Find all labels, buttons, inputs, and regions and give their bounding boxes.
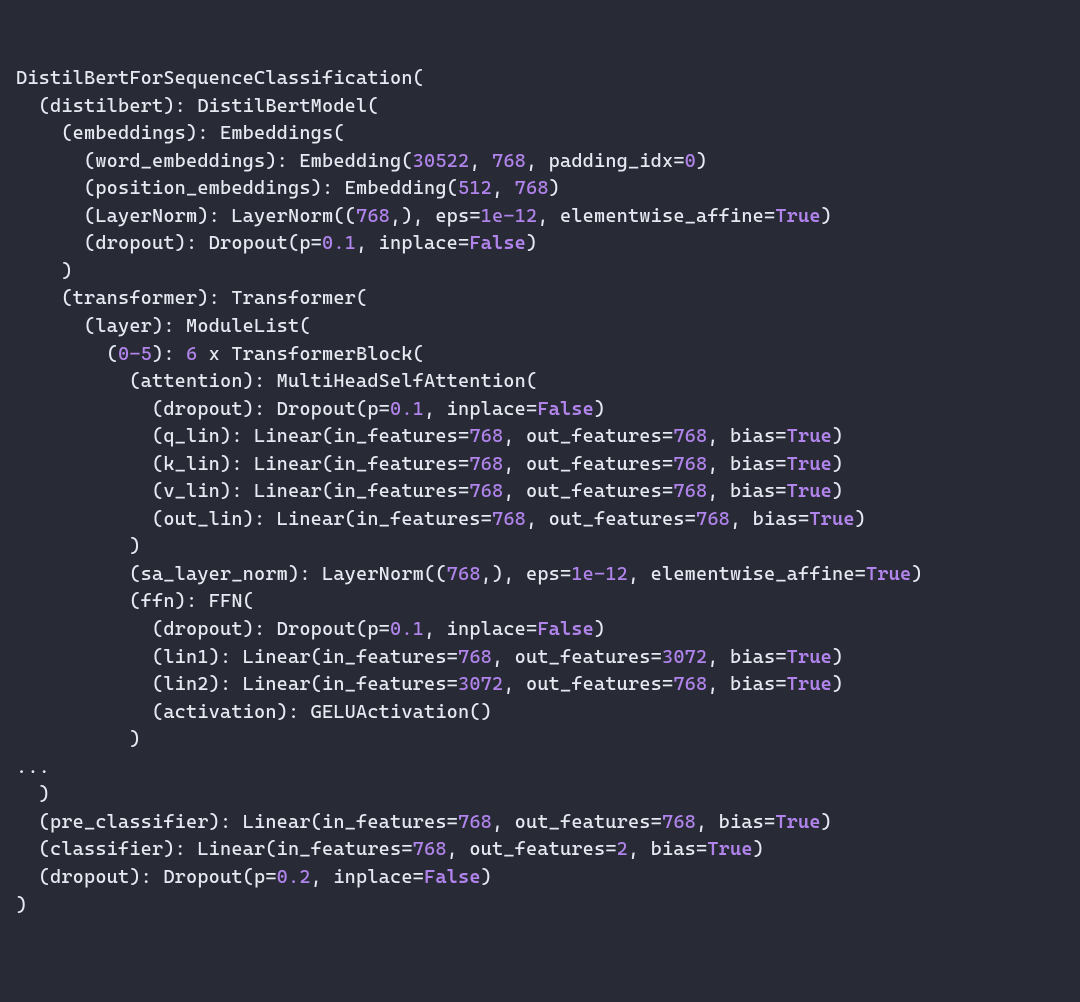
model-repr: DistilBertForSequenceClassification( (di… (16, 65, 1064, 919)
line-dropout-emb: (dropout): Dropout(p=0.1, inplace=False) (16, 232, 537, 254)
line-ffn-close: ) (16, 728, 141, 750)
line-embeddings-open: (embeddings): Embeddings( (16, 122, 345, 144)
line-layer-open: (layer): ModuleList( (16, 315, 311, 337)
line-ffn-dropout: (dropout): Dropout(p=0.1, inplace=False) (16, 618, 605, 640)
line-classifier: (classifier): Linear(in_features=768, ou… (16, 838, 764, 860)
line-activation: (activation): GELUActivation() (16, 701, 492, 723)
line-layernorm: (LayerNorm): LayerNorm((768,), eps=1e-12… (16, 205, 832, 227)
line-position-embeddings: (position_embeddings): Embedding(512, 76… (16, 177, 560, 199)
line-ellipsis: ... (16, 756, 50, 778)
line-out-lin: (out_lin): Linear(in_features=768, out_f… (16, 508, 866, 530)
line-attention-close: ) (16, 535, 141, 557)
line-word-embeddings: (word_embeddings): Embedding(30522, 768,… (16, 150, 707, 172)
line-distilbert-close: ) (16, 783, 50, 805)
line-v-lin: (v_lin): Linear(in_features=768, out_fea… (16, 480, 843, 502)
line-attn-dropout: (dropout): Dropout(p=0.1, inplace=False) (16, 398, 605, 420)
line-model-open: DistilBertForSequenceClassification( (16, 67, 424, 89)
line-distilbert-open: (distilbert): DistilBertModel( (16, 95, 379, 117)
line-attention-open: (attention): MultiHeadSelfAttention( (16, 370, 537, 392)
line-dropout-final: (dropout): Dropout(p=0.2, inplace=False) (16, 866, 492, 888)
line-lin1: (lin1): Linear(in_features=768, out_feat… (16, 646, 843, 668)
line-transformer-open: (transformer): Transformer( (16, 287, 367, 309)
line-q-lin: (q_lin): Linear(in_features=768, out_fea… (16, 425, 843, 447)
line-ffn-open: (ffn): FFN( (16, 590, 254, 612)
line-embeddings-close: ) (16, 260, 73, 282)
line-sa-layernorm: (sa_layer_norm): LayerNorm((768,), eps=1… (16, 563, 923, 585)
line-layer-range: (0-5): 6 x TransformerBlock( (16, 343, 424, 365)
line-model-close: ) (16, 894, 27, 916)
line-lin2: (lin2): Linear(in_features=3072, out_fea… (16, 673, 843, 695)
line-pre-classifier: (pre_classifier): Linear(in_features=768… (16, 811, 832, 833)
line-k-lin: (k_lin): Linear(in_features=768, out_fea… (16, 453, 843, 475)
